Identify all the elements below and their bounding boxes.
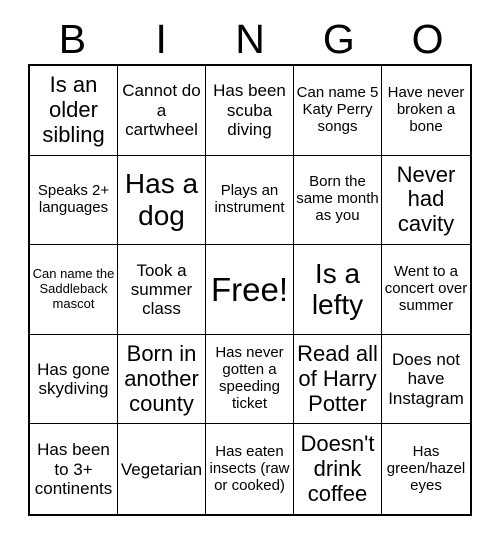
bingo-cell[interactable]: Has eaten insects (raw or cooked) [206,424,294,514]
bingo-cell-label: Went to a concert over summer [384,263,468,314]
bingo-cell-label: Has never gotten a speeding ticket [215,344,284,413]
bingo-cell[interactable]: Has never gotten a speeding ticket [206,334,294,425]
bingo-grid: Is an older sibling Cannot do a cartwhee… [28,64,472,516]
bingo-card: B I N G O Is an older sibling Cannot do … [0,0,500,544]
bingo-cell[interactable]: Can name 5 Katy Perry songs [294,66,382,156]
bingo-cell[interactable]: Has gone skydiving [30,334,118,425]
bingo-cell[interactable]: Has green/hazel eyes [382,424,470,514]
bingo-cell[interactable]: Is an older sibling [30,66,118,156]
bingo-cell-label: Speaks 2+ languages [37,181,110,216]
bingo-cell[interactable]: Cannot do a cartwheel [118,66,206,156]
bingo-cell-label: Born in another county [124,340,199,416]
bingo-cell-label: Read all of Harry Potter [297,340,378,416]
header-letter-o: O [411,15,444,62]
bingo-cell-label: Has been to 3+ continents [34,440,113,498]
bingo-cell-label: Cannot do a cartwheel [122,81,201,139]
bingo-cell[interactable]: Read all of Harry Potter [294,334,382,425]
bingo-cell[interactable]: Vegetarian [118,424,206,514]
bingo-cell[interactable]: Has a dog [118,155,206,246]
bingo-header-row: B I N G O [28,14,472,64]
bingo-cell-label: Vegetarian [120,459,203,479]
bingo-cell[interactable]: Has been to 3+ continents [30,424,118,514]
bingo-cell-label: Is an older sibling [42,72,105,147]
bingo-cell[interactable]: Can name the Saddleback mascot [30,245,118,335]
bingo-cell[interactable]: Never had cavity [382,156,470,246]
bingo-cell-label: Can name 5 Katy Perry songs [296,83,379,135]
bingo-cell-label: Has gone skydiving [37,359,110,399]
bingo-cell[interactable]: Have never broken a bone [382,66,470,156]
bingo-cell-free[interactable]: Free! [206,245,294,335]
bingo-cell[interactable]: Speaks 2+ languages [30,155,118,246]
bingo-cell-label: Have never broken a bone [387,83,465,135]
bingo-cell[interactable]: Is a lefty [294,245,382,335]
header-letter-g: G [322,15,355,62]
bingo-cell[interactable]: Does not have Instagram [382,335,470,425]
bingo-cell[interactable]: Took a summer class [118,245,206,335]
header-letter-n: N [235,15,265,62]
bingo-cell[interactable]: Went to a concert over summer [382,245,470,335]
header-letter-i: I [155,15,167,62]
bingo-cell-label: Is a lefty [311,257,364,321]
bingo-cell[interactable]: Has been scuba diving [206,66,294,156]
header-letter-b: B [58,15,87,62]
bingo-cell-label: Born the same month as you [296,173,379,225]
bingo-cell-label: Has green/hazel eyes [386,442,466,494]
bingo-cell[interactable]: Plays an instrument [206,155,294,246]
bingo-cell-label: Plays an instrument [214,181,285,216]
bingo-cell-label: Has a dog [124,168,199,231]
bingo-cell[interactable]: Doesn't drink coffee [294,424,382,514]
bingo-cell-label: Has been scuba diving [213,81,286,139]
bingo-cell-label: Took a summer class [130,260,193,319]
bingo-cell-label: Can name the Saddleback mascot [32,266,115,311]
bingo-cell-label: Never had cavity [396,161,456,237]
bingo-cell-label: Doesn't drink coffee [300,430,375,506]
bingo-cell-label: Has eaten insects (raw or cooked) [209,442,290,494]
bingo-cell[interactable]: Born the same month as you [294,155,382,246]
bingo-cell[interactable]: Born in another county [118,334,206,425]
bingo-cell-label: Free! [210,270,289,308]
bingo-cell-label: Does not have Instagram [388,350,464,408]
